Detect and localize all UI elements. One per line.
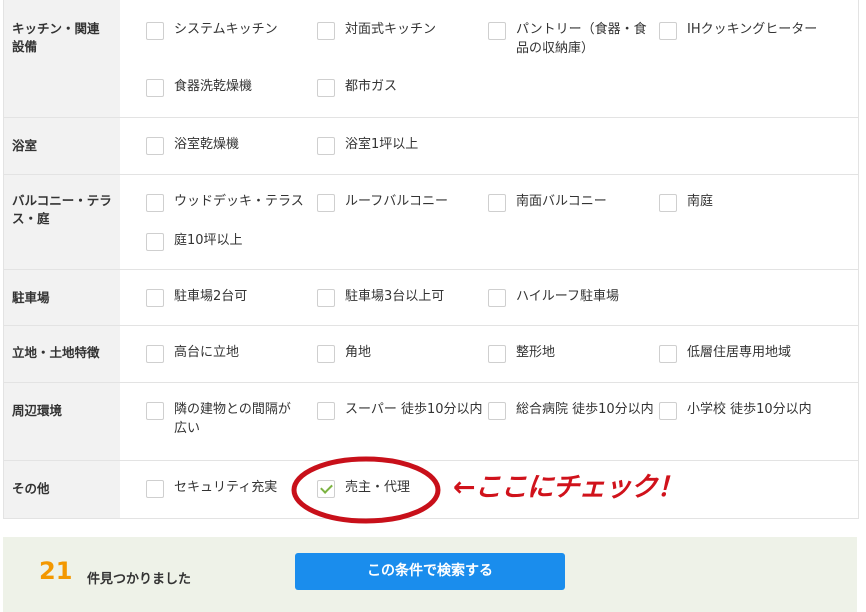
checkbox[interactable] — [146, 233, 164, 251]
row-parking: 駐車場 駐車場2台可 駐車場3台以上可 ハイルーフ駐車場 — [4, 270, 858, 326]
row-heading: バルコニー・テラス・庭 — [4, 175, 120, 269]
option-bath-dryer[interactable]: 浴室乾燥機 — [146, 135, 309, 155]
checkbox[interactable] — [146, 22, 164, 40]
row-bath: 浴室 浴室乾燥機 浴室1坪以上 — [4, 118, 858, 175]
option-ih-cooking-heater[interactable]: IHクッキングヒーター — [659, 20, 837, 40]
checkbox[interactable] — [146, 402, 164, 420]
option-regular-lot[interactable]: 整形地 — [488, 343, 651, 363]
checkbox[interactable] — [659, 194, 677, 212]
result-count: 21 — [39, 557, 73, 585]
option-parking-3[interactable]: 駐車場3台以上可 — [317, 287, 480, 307]
option-elementary-school[interactable]: 小学校 徒歩10分以内 — [659, 400, 837, 420]
row-location: 立地・土地特徴 高台に立地 角地 整形地 低層住居専用地域 — [4, 326, 858, 383]
result-footer: 21 件見つかりました この条件で検索する — [3, 537, 857, 612]
checkbox[interactable] — [659, 22, 677, 40]
checkbox[interactable] — [488, 22, 506, 40]
checkbox[interactable] — [317, 289, 335, 307]
option-corner-lot[interactable]: 角地 — [317, 343, 480, 363]
option-bath-1tsubo[interactable]: 浴室1坪以上 — [317, 135, 480, 155]
checkbox[interactable] — [317, 137, 335, 155]
row-balcony: バルコニー・テラス・庭 ウッドデッキ・テラス ルーフバルコニー 南面バルコニー … — [4, 175, 858, 270]
option-city-gas[interactable]: 都市ガス — [317, 77, 480, 97]
checkbox[interactable] — [317, 22, 335, 40]
option-parking-2[interactable]: 駐車場2台可 — [146, 287, 309, 307]
row-heading: キッチン・関連 設備 — [4, 0, 120, 117]
checkbox[interactable] — [146, 137, 164, 155]
checkbox[interactable] — [146, 289, 164, 307]
checkbox[interactable] — [488, 402, 506, 420]
option-garden-10tsubo[interactable]: 庭10坪以上 — [146, 231, 309, 251]
checkbox[interactable] — [317, 345, 335, 363]
option-high-roof-parking[interactable]: ハイルーフ駐車場 — [488, 287, 651, 307]
row-kitchen: キッチン・関連 設備 システムキッチン 対面式キッチン パントリー（食器・食品の… — [4, 0, 858, 118]
search-button[interactable]: この条件で検索する — [295, 553, 565, 590]
option-security[interactable]: セキュリティ充実 — [146, 478, 309, 498]
condition-table: キッチン・関連 設備 システムキッチン 対面式キッチン パントリー（食器・食品の… — [3, 0, 859, 519]
annotation-circle — [291, 456, 441, 524]
option-dishwasher[interactable]: 食器洗乾燥機 — [146, 77, 309, 97]
option-supermarket[interactable]: スーパー 徒歩10分以内 — [317, 400, 490, 420]
option-wide-spacing[interactable]: 隣の建物との間隔が広い — [146, 400, 302, 438]
result-count-label: 件見つかりました — [87, 572, 192, 587]
row-heading: 駐車場 — [4, 270, 120, 325]
row-surroundings: 周辺環境 隣の建物との間隔が広い スーパー 徒歩10分以内 総合病院 徒歩10分… — [4, 383, 858, 461]
option-south-garden[interactable]: 南庭 — [659, 192, 822, 212]
option-highland[interactable]: 高台に立地 — [146, 343, 309, 363]
row-heading: 立地・土地特徴 — [4, 326, 120, 382]
checkbox[interactable] — [146, 480, 164, 498]
checkbox[interactable] — [488, 194, 506, 212]
checkbox[interactable] — [146, 194, 164, 212]
option-pantry[interactable]: パントリー（食器・食品の収納庫） — [488, 20, 651, 58]
option-system-kitchen[interactable]: システムキッチン — [146, 20, 309, 40]
checkbox[interactable] — [488, 345, 506, 363]
row-heading: 周辺環境 — [4, 383, 120, 460]
checkbox[interactable] — [659, 402, 677, 420]
option-south-balcony[interactable]: 南面バルコニー — [488, 192, 651, 212]
checkbox[interactable] — [488, 289, 506, 307]
option-face-to-face-kitchen[interactable]: 対面式キッチン — [317, 20, 480, 40]
checkbox[interactable] — [146, 345, 164, 363]
option-wood-deck[interactable]: ウッドデッキ・テラス — [146, 192, 309, 212]
option-hospital[interactable]: 総合病院 徒歩10分以内 — [488, 400, 661, 420]
option-roof-balcony[interactable]: ルーフバルコニー — [317, 192, 480, 212]
annotation-text: ←ここにチェック！ — [453, 472, 684, 503]
checkbox[interactable] — [146, 79, 164, 97]
checkbox[interactable] — [317, 79, 335, 97]
row-heading: その他 — [4, 461, 120, 518]
checkbox[interactable] — [317, 402, 335, 420]
checkbox[interactable] — [659, 345, 677, 363]
option-low-rise-zone[interactable]: 低層住居専用地域 — [659, 343, 837, 363]
row-heading: 浴室 — [4, 118, 120, 174]
checkbox[interactable] — [317, 194, 335, 212]
